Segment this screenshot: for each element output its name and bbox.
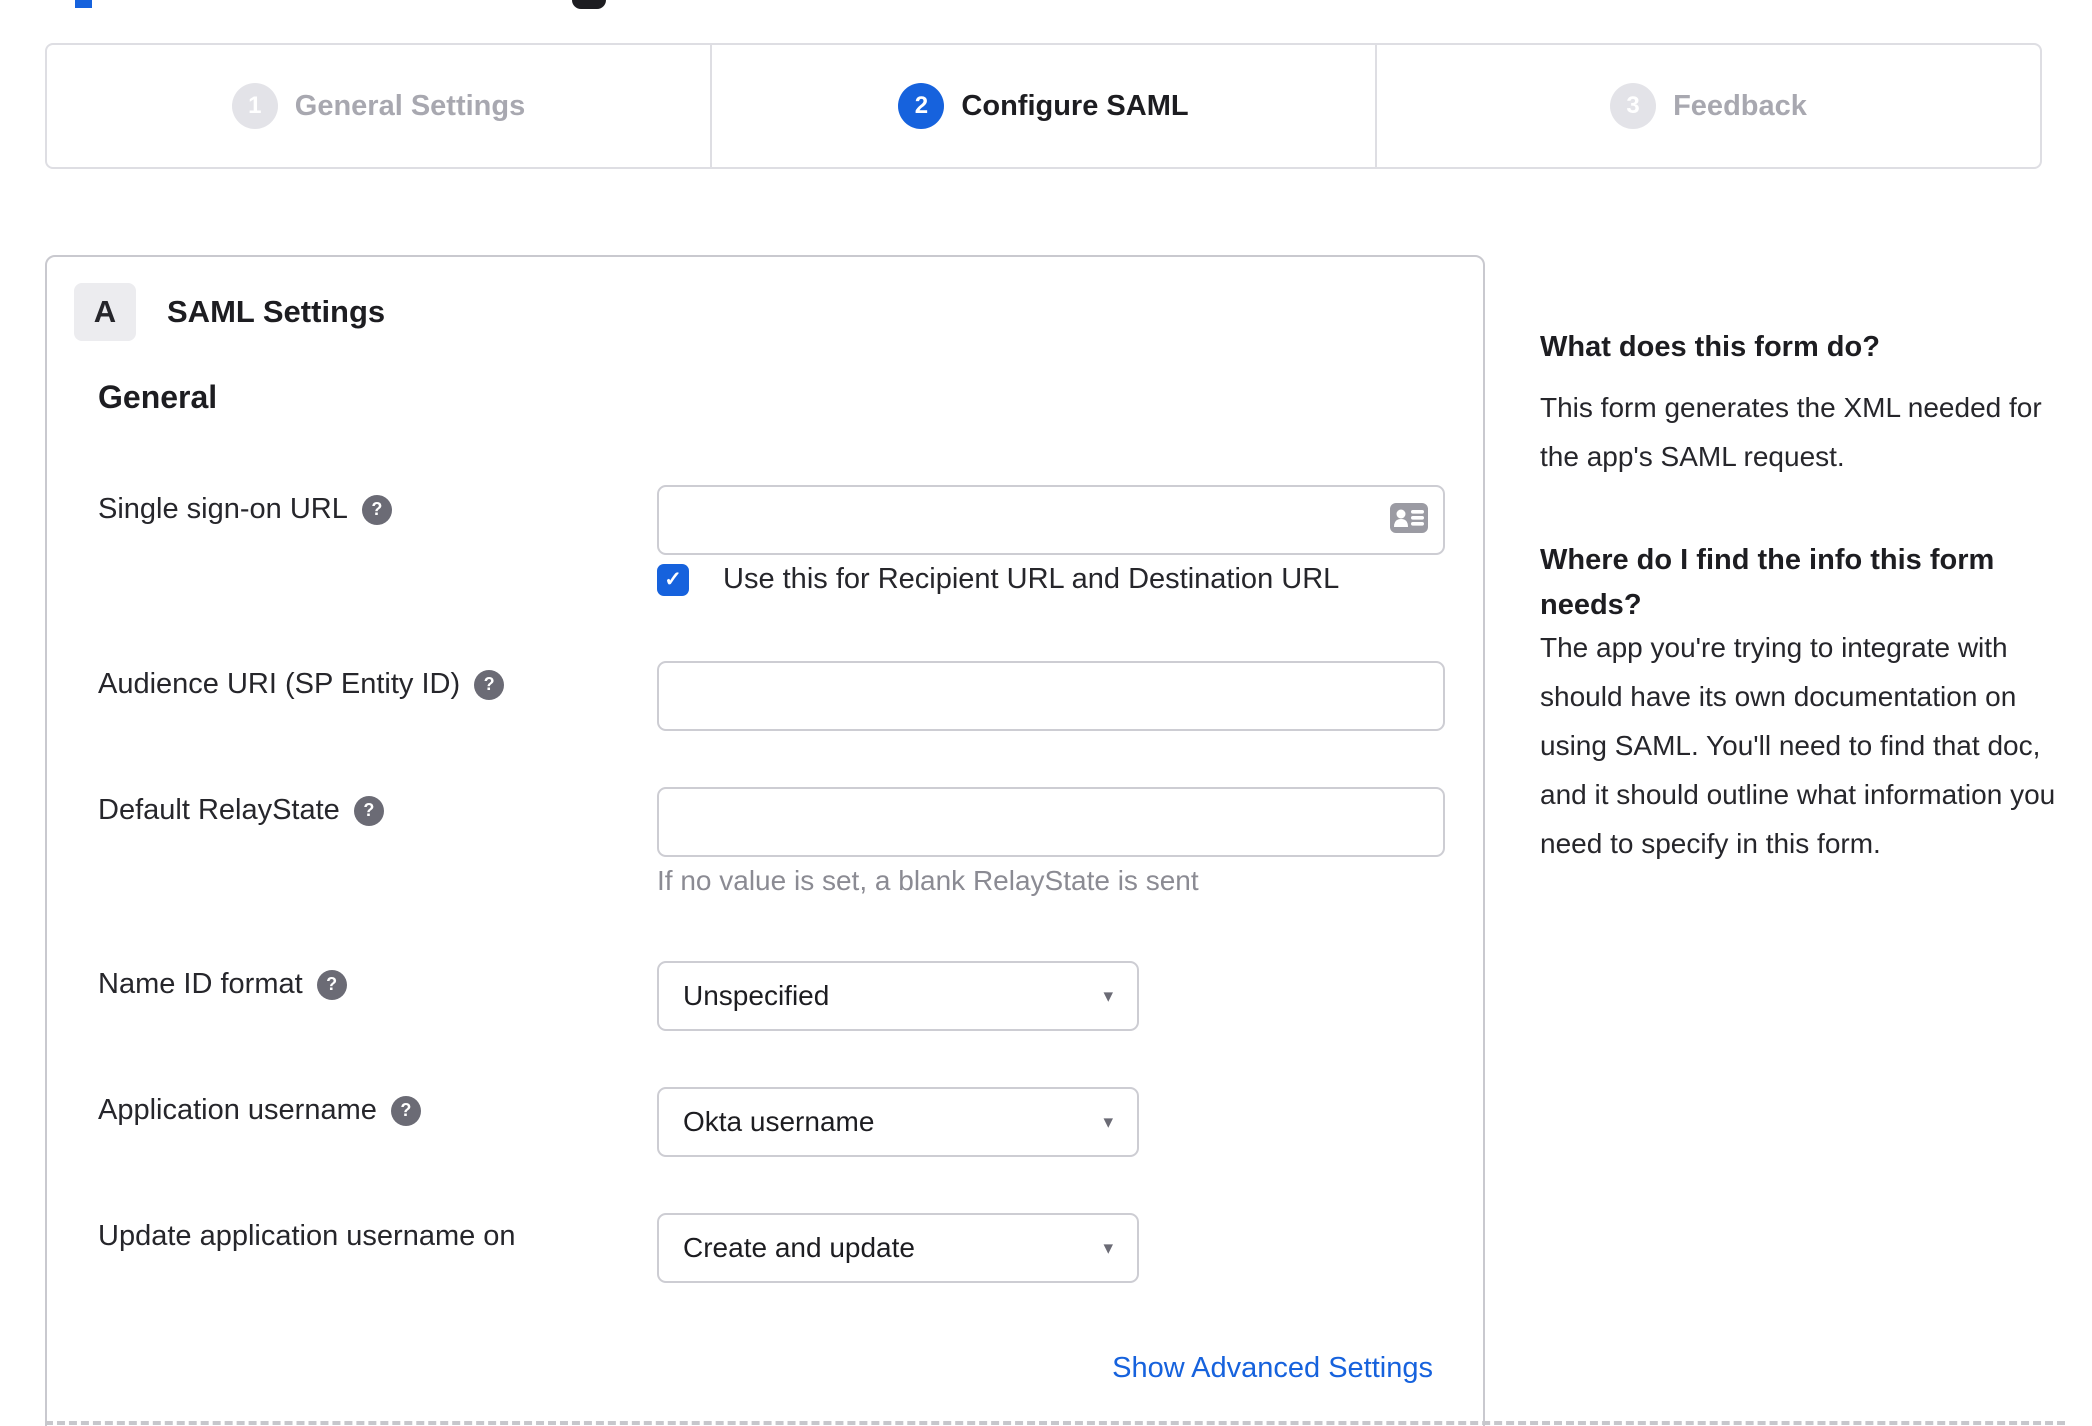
help-icon[interactable]: ? <box>474 669 505 700</box>
general-heading: General <box>98 379 218 415</box>
wizard-stepper: 1 General Settings 2 Configure SAML 3 Fe… <box>45 43 2042 169</box>
update-username-label: Update application username on <box>98 1220 516 1253</box>
relay-state-label-text: Default RelayState <box>98 794 340 826</box>
sso-url-label: Single sign-on URL ? <box>98 493 392 526</box>
configure-saml-page: 1 General Settings 2 Configure SAML 3 Fe… <box>0 0 2092 1426</box>
audience-uri-label: Audience URI (SP Entity ID) ? <box>98 668 505 701</box>
chevron-down-icon: ▾ <box>1103 985 1113 1007</box>
chevron-down-icon: ▾ <box>1103 1237 1113 1259</box>
help-icon[interactable]: ? <box>361 494 392 525</box>
name-id-format-select[interactable]: Unspecified ▾ <box>657 961 1139 1031</box>
update-username-label-text: Update application username on <box>98 1220 516 1252</box>
clipped-app-logo-fragment <box>572 0 606 9</box>
sidebar-question-2: Where do I find the info this form needs… <box>1540 544 1995 621</box>
show-advanced-settings-link[interactable]: Show Advanced Settings <box>1112 1352 1433 1385</box>
application-username-label: Application username ? <box>98 1094 421 1127</box>
step-number-badge: 2 <box>898 83 945 129</box>
update-username-select[interactable]: Create and update ▾ <box>657 1213 1139 1283</box>
update-username-value: Create and update <box>683 1232 915 1263</box>
dashed-divider <box>45 1421 2065 1425</box>
step-label: Feedback <box>1673 89 1807 122</box>
step-label: Configure SAML <box>961 89 1189 122</box>
use-for-recipient-checkbox[interactable]: ✓ <box>657 563 689 596</box>
sidebar-answer-1: This form generates the XML needed for t… <box>1540 392 2042 472</box>
help-icon[interactable]: ? <box>390 1095 421 1126</box>
relay-state-input[interactable] <box>657 787 1445 857</box>
audience-uri-label-text: Audience URI (SP Entity ID) <box>98 668 461 700</box>
relay-state-label: Default RelayState ? <box>98 794 384 827</box>
recipient-url-checkbox-row: ✓ Use this for Recipient URL and Destina… <box>657 563 1339 596</box>
sso-url-input[interactable] <box>657 485 1445 555</box>
help-icon[interactable]: ? <box>316 969 347 1000</box>
application-username-value: Okta username <box>683 1106 875 1137</box>
saml-settings-panel: A SAML Settings General Single sign-on U… <box>45 255 1485 1426</box>
application-username-select[interactable]: Okta username ▾ <box>657 1087 1139 1157</box>
sso-url-label-text: Single sign-on URL <box>98 493 348 525</box>
step-configure-saml[interactable]: 2 Configure SAML <box>710 45 1375 167</box>
application-username-label-text: Application username <box>98 1094 377 1126</box>
clipped-blue-element-fragment <box>75 0 92 8</box>
step-number-badge: 3 <box>1610 83 1657 129</box>
name-id-format-value: Unspecified <box>683 980 830 1011</box>
sidebar-answer-2: The app you're trying to integrate with … <box>1540 632 2056 859</box>
sso-url-input-wrap <box>657 485 1445 555</box>
audience-uri-input[interactable] <box>657 661 1445 731</box>
name-id-format-label-text: Name ID format <box>98 968 303 1000</box>
section-a-badge: A <box>74 283 136 341</box>
recipient-url-checkbox-label: Use this for Recipient URL and Destinati… <box>723 563 1340 595</box>
name-id-format-label: Name ID format ? <box>98 968 347 1001</box>
chevron-down-icon: ▾ <box>1103 1111 1113 1133</box>
help-icon[interactable]: ? <box>353 795 384 826</box>
relay-state-hint: If no value is set, a blank RelayState i… <box>657 865 1199 896</box>
panel-title: SAML Settings <box>167 294 386 329</box>
step-number-badge: 1 <box>231 83 278 129</box>
contact-card-icon[interactable] <box>1389 502 1429 534</box>
sidebar-question-1: What does this form do? <box>1540 331 1880 363</box>
step-general-settings[interactable]: 1 General Settings <box>47 45 710 167</box>
step-feedback[interactable]: 3 Feedback <box>1375 45 2040 167</box>
step-label: General Settings <box>294 89 526 122</box>
